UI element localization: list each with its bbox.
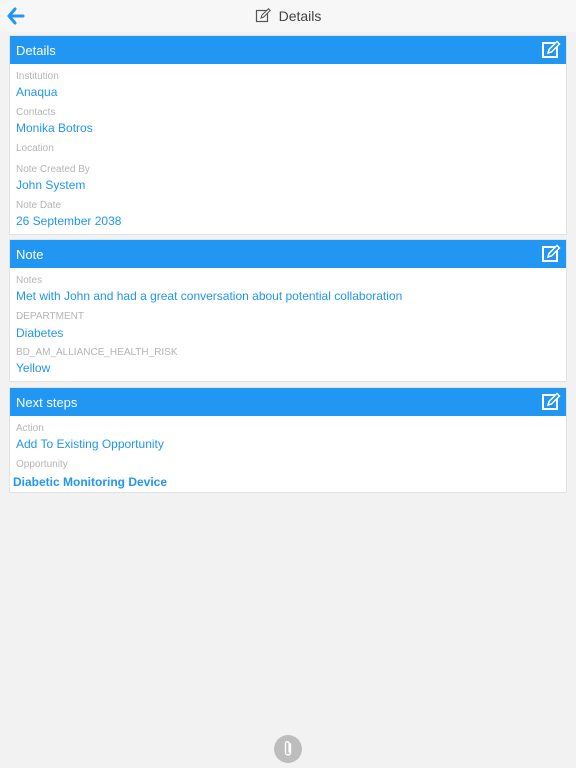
field-value[interactable]: Yellow: [16, 361, 178, 375]
next-steps-card: Next steps Action Add To Existing Opport…: [9, 387, 567, 493]
field-value[interactable]: 26 September 2038: [16, 214, 121, 228]
field-label: Note Date: [16, 200, 62, 211]
note-card-title: Note: [16, 247, 44, 262]
field-contacts: Contacts Monika Botros: [10, 107, 93, 135]
field-health-risk: BD_AM_ALLIANCE_HEALTH_RISK Yellow: [10, 347, 178, 375]
field-value[interactable]: Monika Botros: [16, 121, 93, 135]
details-card-header: Details: [10, 36, 566, 64]
edit-square-icon: [542, 244, 561, 262]
edit-square-icon: [542, 392, 561, 410]
note-card: Note Notes Met with John and had a great…: [9, 239, 567, 382]
field-label: Note Created By: [16, 164, 90, 175]
field-value[interactable]: Met with John and had a great conversati…: [16, 289, 402, 303]
field-label: Opportunity: [16, 459, 68, 470]
field-value[interactable]: Add To Existing Opportunity: [16, 437, 164, 451]
field-action: Action Add To Existing Opportunity: [10, 423, 164, 451]
field-label: Location: [16, 143, 54, 154]
edit-details-button[interactable]: [541, 40, 561, 60]
field-location: Location: [10, 143, 54, 154]
field-institution: Institution Anaqua: [10, 71, 59, 99]
field-label: BD_AM_ALLIANCE_HEALTH_RISK: [16, 347, 178, 358]
field-label: Institution: [16, 71, 59, 82]
details-card-title: Details: [16, 43, 56, 58]
page-title: Details: [278, 8, 322, 24]
field-label: DEPARTMENT: [16, 311, 84, 322]
field-note-created-by: Note Created By John System: [10, 164, 90, 192]
field-label: Action: [16, 423, 44, 434]
next-steps-card-header: Next steps: [10, 388, 566, 416]
edit-square-icon: [542, 40, 561, 58]
field-value[interactable]: Diabetes: [16, 326, 84, 340]
top-bar: Details: [0, 0, 576, 32]
field-value[interactable]: Anaqua: [16, 85, 59, 99]
paperclip-icon: [284, 741, 292, 756]
field-department: DEPARTMENT Diabetes: [10, 311, 84, 340]
field-value[interactable]: Diabetic Monitoring Device: [13, 475, 167, 489]
field-notes: Notes Met with John and had a great conv…: [10, 275, 402, 303]
note-card-header: Note: [10, 240, 566, 268]
field-label: Notes: [16, 275, 43, 286]
edit-icon: [255, 8, 271, 23]
attach-button[interactable]: [274, 735, 302, 763]
page-title-wrap: Details: [0, 6, 576, 26]
next-steps-card-title: Next steps: [16, 395, 78, 410]
edit-note-button[interactable]: [541, 244, 561, 264]
field-opportunity: Opportunity Diabetic Monitoring Device: [10, 459, 167, 489]
details-card: Details Institution Anaqua Contacts Moni…: [9, 35, 567, 235]
field-label: Contacts: [16, 107, 56, 118]
field-note-date: Note Date 26 September 2038: [10, 200, 121, 228]
edit-next-steps-button[interactable]: [541, 392, 561, 412]
field-value[interactable]: John System: [16, 178, 90, 192]
